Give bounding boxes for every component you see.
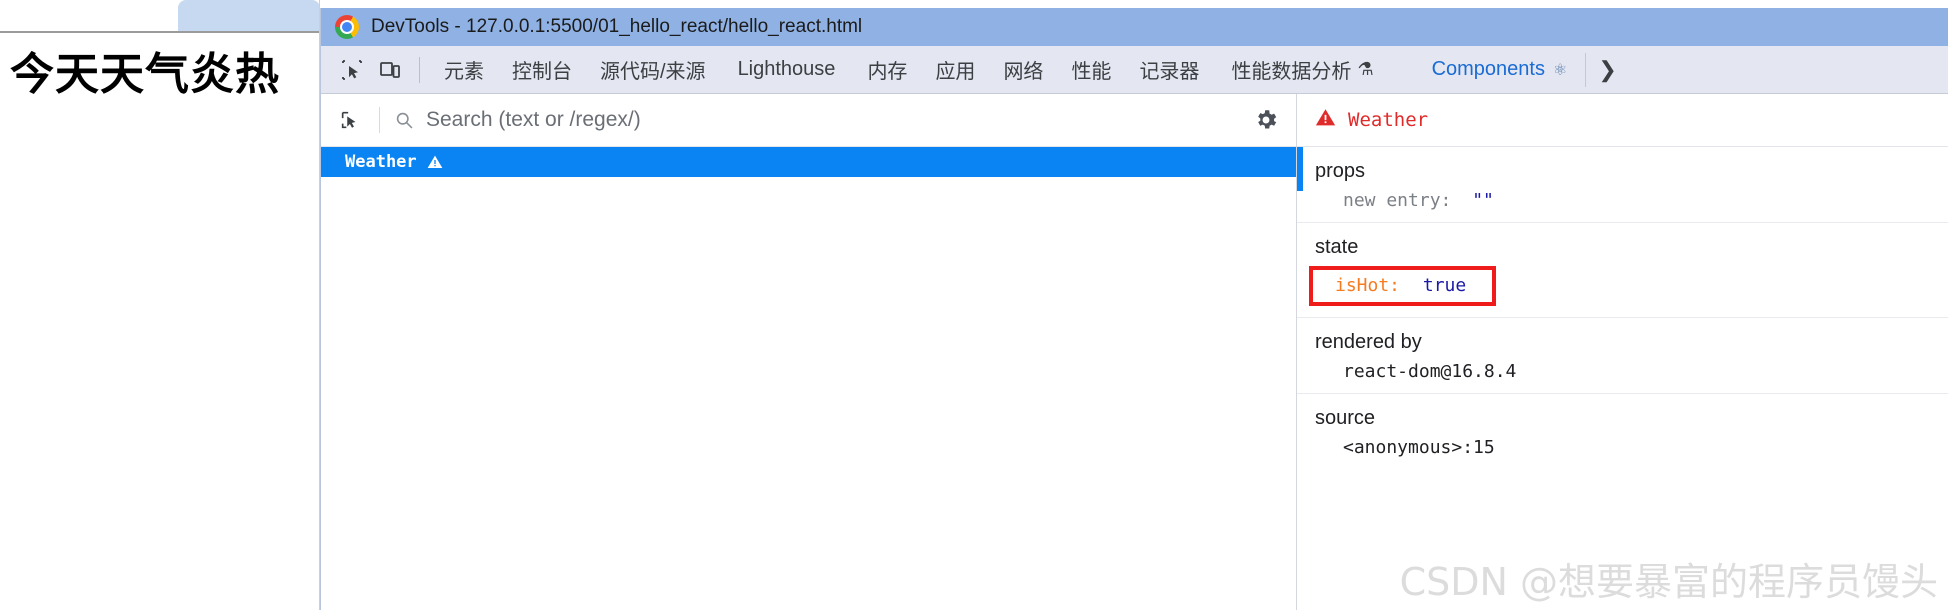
- tabbar-divider: [419, 56, 420, 83]
- tree-row-label: Weather: [345, 152, 417, 172]
- toolbar-divider: [379, 107, 380, 133]
- tab-application[interactable]: 应用: [921, 46, 989, 94]
- details-component-name: Weather: [1348, 109, 1429, 131]
- state-entry-key: isHot:: [1335, 275, 1401, 296]
- search-icon: [392, 110, 416, 130]
- page-heading: 今天天气炎热: [10, 49, 280, 100]
- props-entry-new-entry[interactable]: new entry: "": [1315, 190, 1948, 211]
- props-section-title: props: [1315, 160, 1366, 182]
- tab-elements[interactable]: 元素: [430, 46, 498, 94]
- gear-icon[interactable]: [1248, 102, 1284, 138]
- state-section: state isHot: true: [1297, 223, 1948, 318]
- component-tree-pane: Weather: [321, 94, 1297, 610]
- tab-console-label: 控制台: [512, 61, 572, 83]
- inspect-element-icon[interactable]: [333, 51, 371, 89]
- chrome-logo-icon: [335, 15, 359, 39]
- source-section: source <anonymous>:15: [1297, 394, 1948, 469]
- tab-components[interactable]: Components ⚛: [1418, 46, 1582, 94]
- tab-performance-label: 性能: [1071, 61, 1112, 83]
- props-entry-value: "": [1472, 190, 1494, 211]
- rendered-by-title: rendered by: [1315, 331, 1422, 353]
- state-entry-ishot[interactable]: isHot: true: [1335, 275, 1466, 296]
- device-toolbar-icon[interactable]: [371, 51, 409, 89]
- devtools-title: DevTools - 127.0.0.1:5500/01_hello_react…: [371, 16, 863, 37]
- tab-lighthouse[interactable]: Lighthouse: [720, 46, 854, 94]
- tab-elements-label: 元素: [444, 61, 484, 83]
- devtools-tabbar: 元素 控制台 源代码/来源 Lighthouse 内存 应用 网络 性能 记录器…: [321, 46, 1948, 94]
- tab-application-label: 应用: [935, 61, 976, 83]
- tab-components-label: Components: [1431, 58, 1545, 80]
- tab-network-label: 网络: [1003, 61, 1044, 83]
- devtools-body: Weather: [321, 94, 1948, 610]
- tab-network[interactable]: 网络: [989, 46, 1057, 94]
- tab-performance-insights[interactable]: 性能数据分析 ⚗: [1213, 46, 1391, 94]
- rendered-page-pane: 今天天气炎热: [0, 0, 320, 610]
- chevron-right-icon[interactable]: ❯: [1590, 57, 1624, 83]
- tab-recorder-label: 记录器: [1139, 61, 1200, 83]
- tab-lighthouse-label: Lighthouse: [737, 58, 836, 80]
- component-details-pane: Weather props new entry: "" state isHot:: [1297, 94, 1948, 610]
- state-entry-value: true: [1422, 275, 1467, 296]
- screen-root: 今天天气炎热 DevTools - 127.0.0.1:5500/01_hell…: [0, 0, 1948, 610]
- tab-performance-insights-label: 性能数据分析: [1231, 61, 1352, 83]
- react-atom-icon: ⚛: [1552, 61, 1568, 79]
- rendered-by-section: rendered by react-dom@16.8.4: [1297, 318, 1948, 394]
- state-section-title: state: [1315, 236, 1359, 258]
- source-title: source: [1315, 407, 1376, 429]
- props-section: props new entry: "": [1297, 147, 1948, 223]
- devtools-window: DevTools - 127.0.0.1:5500/01_hello_react…: [320, 8, 1948, 610]
- warning-triangle-icon: [1315, 107, 1336, 133]
- browser-tab-strip: [0, 0, 319, 33]
- tree-row-weather[interactable]: Weather: [321, 147, 1296, 177]
- warning-triangle-icon: [427, 154, 443, 170]
- select-element-icon[interactable]: [333, 103, 367, 137]
- browser-tab[interactable]: [178, 0, 319, 31]
- tab-recorder[interactable]: 记录器: [1125, 46, 1213, 94]
- source-value[interactable]: <anonymous>:15: [1315, 437, 1948, 458]
- tab-sources[interactable]: 源代码/来源: [586, 46, 720, 94]
- details-header: Weather: [1297, 94, 1948, 147]
- tab-sources-label: 源代码/来源: [600, 61, 706, 83]
- tab-console[interactable]: 控制台: [498, 46, 586, 94]
- rendered-by-value[interactable]: react-dom@16.8.4: [1315, 361, 1948, 382]
- props-entry-key: new entry:: [1343, 190, 1452, 211]
- search-input[interactable]: [416, 108, 1248, 132]
- component-tree-list: Weather: [321, 147, 1296, 177]
- flask-icon: ⚗: [1357, 59, 1374, 79]
- component-tree-toolbar: [321, 94, 1296, 147]
- tab-memory[interactable]: 内存: [853, 46, 921, 94]
- tab-performance[interactable]: 性能: [1057, 46, 1125, 94]
- state-entry-highlight-box: isHot: true: [1309, 266, 1497, 306]
- tab-memory-label: 内存: [867, 61, 908, 83]
- tabbar-divider-right: [1585, 52, 1587, 87]
- devtools-titlebar: DevTools - 127.0.0.1:5500/01_hello_react…: [321, 8, 1948, 46]
